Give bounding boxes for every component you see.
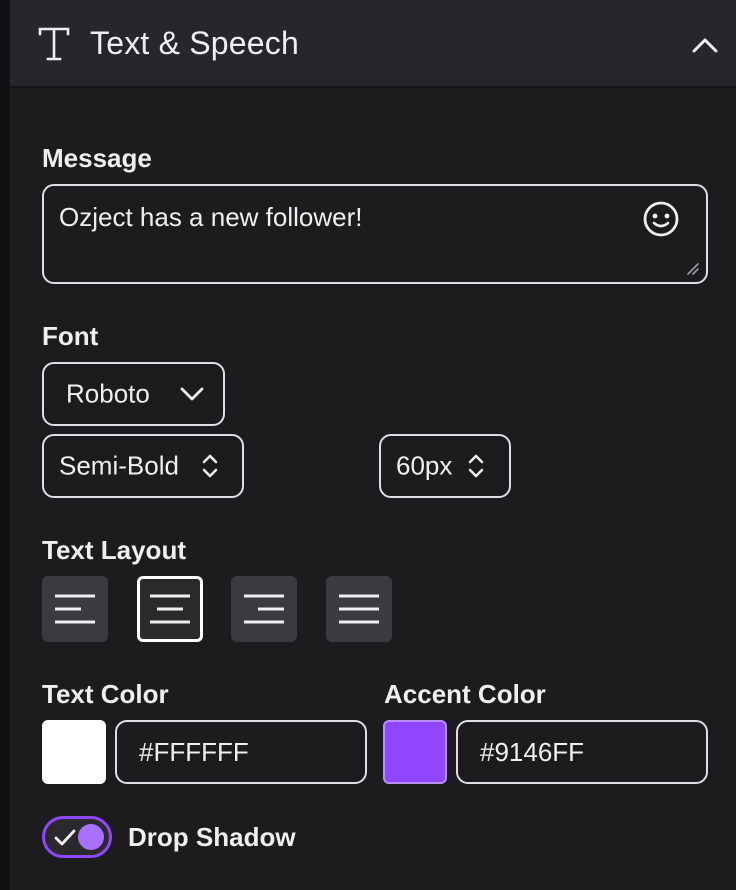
resize-handle-icon[interactable] [684, 260, 700, 276]
text-color-label: Text Color [42, 679, 169, 709]
accent-color-label: Accent Color [384, 679, 546, 709]
font-label: Font [42, 321, 99, 351]
drop-shadow-label: Drop Shadow [128, 822, 296, 852]
check-icon [54, 829, 76, 846]
font-family-value: Roboto [66, 378, 150, 409]
text-color-swatch[interactable] [42, 720, 106, 784]
text-layout-label: Text Layout [42, 535, 186, 565]
drop-shadow-toggle[interactable] [42, 816, 112, 858]
justify-button[interactable] [326, 576, 392, 642]
chevron-updown-icon [202, 454, 218, 478]
chevron-updown-icon [468, 454, 484, 478]
chevron-up-icon[interactable] [688, 30, 722, 60]
message-text[interactable]: Ozject has a new follower! [59, 202, 362, 233]
message-textarea[interactable]: Ozject has a new follower! [42, 184, 708, 284]
font-weight-value: Semi-Bold [59, 450, 179, 481]
sidebar-edge [0, 0, 10, 890]
align-right-button[interactable] [231, 576, 297, 642]
font-family-select[interactable]: Roboto [42, 362, 225, 426]
align-left-icon [55, 594, 95, 624]
accent-color-swatch[interactable] [383, 720, 447, 784]
panel-title: Text & Speech [90, 25, 299, 61]
font-size-value: 60px [396, 450, 453, 481]
align-center-icon [150, 594, 190, 624]
font-size-select[interactable]: 60px [379, 434, 511, 498]
font-weight-select[interactable]: Semi-Bold [42, 434, 244, 498]
text-color-input[interactable]: #FFFFFF [115, 720, 367, 784]
message-label: Message [42, 143, 152, 173]
toggle-knob [78, 824, 104, 850]
chevron-down-icon [180, 387, 204, 401]
accent-color-input[interactable]: #9146FF [456, 720, 708, 784]
justify-icon [339, 594, 379, 624]
align-left-button[interactable] [42, 576, 108, 642]
align-center-button[interactable] [137, 576, 203, 642]
smiley-icon[interactable] [642, 200, 680, 238]
panel-header[interactable]: Text & Speech [10, 0, 736, 88]
text-icon [38, 27, 70, 61]
align-right-icon [244, 594, 284, 624]
